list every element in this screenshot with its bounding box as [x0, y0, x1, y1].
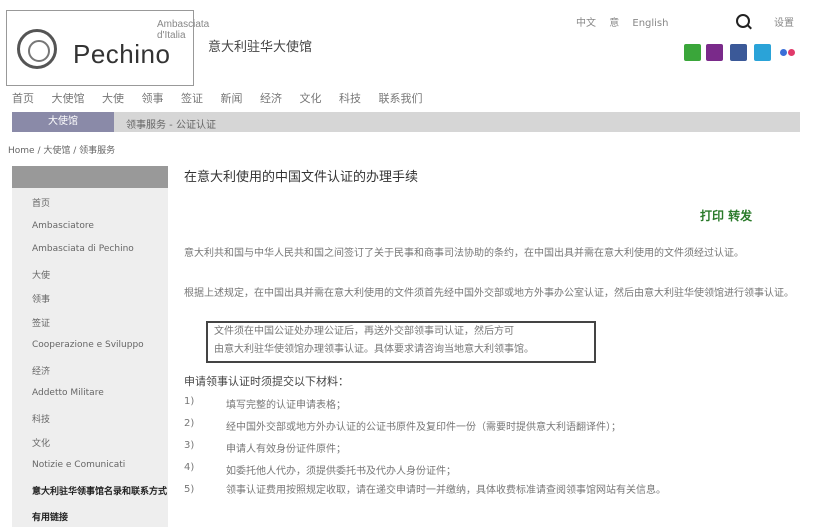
sidebar-item[interactable]: Addetto Militare: [32, 388, 104, 398]
nav-item[interactable]: 签证: [181, 92, 203, 105]
nav-item[interactable]: 文化: [300, 92, 322, 105]
sidebar-item[interactable]: 经济: [32, 364, 50, 377]
list-heading: 申请领事认证时须提交以下材料：: [184, 375, 349, 388]
note-line: 文件须在中国公证处办理公证后，再送外交部领事司认证，然后方可: [214, 326, 514, 337]
nav-item[interactable]: 科技: [339, 92, 361, 105]
paragraph: 根据上述规定，在中国出具并需在意大利使用的文件须首先经中国外交部或地方外事办公室…: [184, 288, 794, 299]
print-share-links[interactable]: 打印 转发: [700, 207, 752, 224]
settings-link[interactable]: 设置: [774, 14, 794, 29]
logo-text: Pechino: [73, 39, 171, 69]
sidebar-item[interactable]: Ambasciatore: [32, 221, 94, 231]
list-item: 经中国外交部或地方外办认证的公证书原件及复印件一份（需要时提供意大利语翻译件）；: [226, 422, 621, 433]
facebook-icon[interactable]: [730, 44, 747, 61]
sidebar-item[interactable]: 文化: [32, 436, 50, 449]
list-number: 2): [184, 418, 195, 429]
lang-link-en[interactable]: English: [632, 18, 668, 29]
nav-item[interactable]: 大使: [102, 92, 124, 105]
wechat-icon[interactable]: [684, 44, 701, 61]
nav-item[interactable]: 领事: [142, 92, 164, 105]
logo[interactable]: Ambasciata d'Italia Pechino: [6, 10, 209, 86]
list-item: 如委托他人代办，须提供委托书及代办人身份证件；: [226, 466, 456, 477]
sidebar-item[interactable]: 首页: [32, 196, 50, 209]
note-line: 由意大利驻华使领馆办理领事认证。具体要求请咨询当地意大利领事馆。: [214, 344, 534, 355]
nav-item[interactable]: 新闻: [221, 92, 243, 105]
emblem-icon: [17, 29, 57, 69]
sub-nav-active-tab[interactable]: 大使馆: [12, 112, 114, 132]
list-item: 填写完整的认证申请表格；: [226, 400, 346, 411]
sidebar-item[interactable]: 有用链接: [32, 510, 68, 523]
language-links: 中文 意 English: [576, 14, 678, 29]
sidebar-item[interactable]: 领事: [32, 292, 50, 305]
nav-item[interactable]: 首页: [12, 92, 34, 105]
sidebar-header: [12, 166, 168, 188]
flickr-icon[interactable]: [778, 44, 795, 61]
list-item: 领事认证费用按照规定收取，请在递交申请时一并缴纳，具体收费标准请查阅领事馆网站有…: [226, 485, 666, 496]
sidebar-item-active[interactable]: 意大利驻华领事馆名录和联系方式: [32, 484, 167, 497]
nav-item[interactable]: 经济: [260, 92, 282, 105]
search-icon[interactable]: [736, 14, 750, 28]
sidebar-item[interactable]: 签证: [32, 316, 50, 329]
logo-small-text: Ambasciata d'Italia: [157, 19, 210, 41]
main-nav: 首页 大使馆 大使 领事 签证 新闻 经济 文化 科技 联系我们: [12, 90, 437, 106]
nav-item[interactable]: 大使馆: [52, 92, 85, 105]
list-number: 5): [184, 484, 195, 495]
twitter-icon[interactable]: [754, 44, 771, 61]
lang-link-it[interactable]: 意: [609, 18, 619, 29]
list-number: 3): [184, 440, 195, 451]
nav-item[interactable]: 联系我们: [379, 92, 423, 105]
sidebar-item[interactable]: Notizie e Comunicati: [32, 460, 125, 470]
mail-icon[interactable]: [706, 44, 723, 61]
sidebar-item[interactable]: 科技: [32, 412, 50, 425]
sidebar-item[interactable]: Ambasciata di Pechino: [32, 244, 134, 254]
sidebar: 首页 Ambasciatore Ambasciata di Pechino 大使…: [12, 188, 168, 527]
breadcrumb[interactable]: Home / 大使馆 / 领事服务: [8, 143, 115, 156]
lang-link-zh[interactable]: 中文: [576, 18, 596, 29]
sub-nav-item[interactable]: 领事服务 - 公证认证: [126, 116, 216, 131]
list-number: 4): [184, 462, 195, 473]
list-number: 1): [184, 396, 195, 407]
page-title: 在意大利使用的中国文件认证的办理手续: [184, 170, 419, 185]
sidebar-item[interactable]: 大使: [32, 268, 50, 281]
paragraph: 意大利共和国与中华人民共和国之间签订了关于民事和商事司法协助的条约，在中国出具并…: [184, 248, 744, 259]
list-item: 申请人有效身份证件原件；: [226, 444, 346, 455]
sidebar-item[interactable]: Cooperazione e Sviluppo: [32, 340, 144, 350]
highlighted-note: 文件须在中国公证处办理公证后，再送外交部领事司认证，然后方可 由意大利驻华使领馆…: [206, 321, 596, 363]
site-subtitle: 意大利驻华大使馆: [208, 40, 313, 55]
